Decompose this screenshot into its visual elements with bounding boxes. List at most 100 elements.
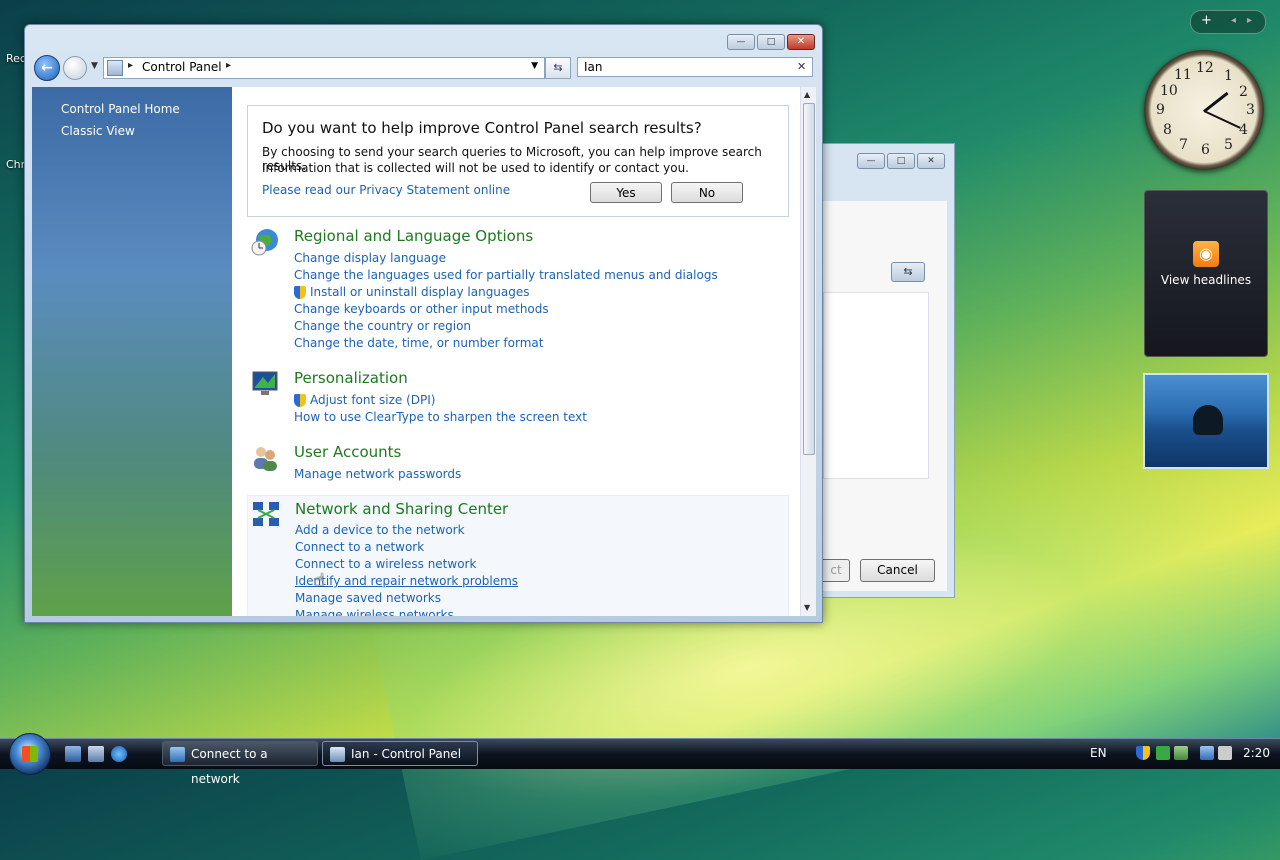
task-link[interactable]: Identify and repair network problems xyxy=(295,574,518,588)
bg-close-button[interactable]: ✕ xyxy=(917,153,945,169)
recent-pages-dropdown[interactable]: ▼ xyxy=(91,61,98,71)
desktop-icon-recycle-bin[interactable]: Rec xyxy=(6,52,26,65)
network-icon xyxy=(251,500,281,530)
switch-windows-icon[interactable] xyxy=(88,746,104,762)
bg-refresh-button[interactable]: ⇆ xyxy=(891,262,925,282)
classic-view-link[interactable]: Classic View xyxy=(61,124,135,138)
connect-to-network-window[interactable]: — □ ✕ ⇆ ct Cancel xyxy=(822,143,955,598)
task-link-label: Adjust font size (DPI) xyxy=(310,393,436,407)
control-panel-icon xyxy=(107,60,123,76)
forward-button[interactable] xyxy=(63,56,87,80)
clock-number: 3 xyxy=(1246,102,1255,118)
users-icon xyxy=(250,443,280,473)
monitor-icon xyxy=(250,369,280,399)
desktop-icon-chrome[interactable]: Chr xyxy=(6,158,25,171)
start-button[interactable] xyxy=(9,733,51,775)
taskbar-item-control-panel[interactable]: Ian - Control Panel xyxy=(322,741,478,766)
task-pane: Control Panel Home Classic View xyxy=(32,87,232,616)
uac-shield-icon xyxy=(294,286,306,299)
bg-minimize-button[interactable]: — xyxy=(857,153,885,169)
internet-explorer-icon[interactable] xyxy=(111,746,127,762)
maximize-button[interactable]: □ xyxy=(757,34,785,50)
globe-clock-icon xyxy=(250,227,280,257)
bg-network-list[interactable] xyxy=(823,292,929,479)
clock-number: 4 xyxy=(1239,122,1248,138)
chevron-down-icon[interactable]: ▼ xyxy=(531,61,538,71)
yes-button[interactable]: Yes xyxy=(590,182,662,203)
task-link[interactable]: Manage wireless networks xyxy=(295,608,454,616)
updates-icon[interactable] xyxy=(1174,746,1188,760)
task-link[interactable]: How to use ClearType to sharpen the scre… xyxy=(294,410,587,424)
slideshow-gadget[interactable] xyxy=(1143,373,1269,469)
address-bar[interactable]: ▸ Control Panel ▸ ▼ xyxy=(103,57,545,79)
search-input[interactable] xyxy=(577,57,813,77)
breadcrumb-separator[interactable]: ▸ xyxy=(226,60,231,71)
task-link[interactable]: Manage saved networks xyxy=(295,591,441,605)
show-desktop-icon[interactable] xyxy=(65,746,81,762)
feed-headlines-gadget[interactable]: ◉ View headlines xyxy=(1144,190,1268,357)
category-title[interactable]: Personalization xyxy=(294,369,408,387)
bg-connect-button: ct xyxy=(823,559,850,582)
scroll-down-arrow-icon[interactable]: ▼ xyxy=(804,603,810,612)
task-link[interactable]: Change keyboards or other input methods xyxy=(294,302,549,316)
no-button[interactable]: No xyxy=(671,182,743,203)
taskbar: Connect to a network Ian - Control Panel… xyxy=(0,733,1280,786)
task-link[interactable]: Add a device to the network xyxy=(295,523,465,537)
defender-icon[interactable] xyxy=(1156,746,1170,760)
privacy-statement-link[interactable]: Please read our Privacy Statement online xyxy=(262,183,510,197)
taskbar-item-label: Ian - Control Panel xyxy=(351,747,462,761)
control-panel-window: — □ ✕ ← ▼ ▸ Control Panel ▸ ▼ ⇆ ✕ Contro… xyxy=(24,24,823,623)
clock-number: 2 xyxy=(1239,84,1248,100)
hand-cursor-icon: ☝ xyxy=(314,570,325,591)
prompt-text: Information that is collected will not b… xyxy=(262,161,689,175)
control-panel-icon xyxy=(330,747,345,762)
bg-maximize-button[interactable]: □ xyxy=(887,153,915,169)
task-link[interactable]: Manage network passwords xyxy=(294,467,461,481)
prev-gadget-button[interactable]: ◂ xyxy=(1231,15,1236,26)
network-icon xyxy=(170,747,185,762)
clock-number: 12 xyxy=(1196,60,1214,76)
scroll-up-arrow-icon[interactable]: ▲ xyxy=(804,90,810,99)
uac-shield-icon xyxy=(294,394,306,407)
network-tray-icon[interactable] xyxy=(1200,746,1214,760)
clock-number: 5 xyxy=(1224,137,1233,153)
category-title[interactable]: User Accounts xyxy=(294,443,401,461)
breadcrumb-separator[interactable]: ▸ xyxy=(128,60,133,71)
clock-number: 7 xyxy=(1179,137,1188,153)
task-link[interactable]: Adjust font size (DPI) xyxy=(294,393,435,407)
minimize-button[interactable]: — xyxy=(727,34,755,50)
next-gadget-button[interactable]: ▸ xyxy=(1247,15,1252,26)
bg-cancel-button[interactable]: Cancel xyxy=(860,559,935,582)
taskbar-item-connect[interactable]: Connect to a network xyxy=(162,741,318,786)
scrollbar-thumb[interactable] xyxy=(803,103,815,455)
control-panel-home-link[interactable]: Control Panel Home xyxy=(61,102,180,116)
refresh-button[interactable]: ⇆ xyxy=(545,57,571,79)
clock-gadget[interactable]: 12 1 2 3 4 5 6 7 8 9 10 11 xyxy=(1144,50,1264,170)
task-link[interactable]: Connect to a wireless network xyxy=(295,557,476,571)
volume-muted-icon[interactable] xyxy=(1218,746,1232,760)
clear-search-button[interactable]: ✕ xyxy=(797,60,806,73)
vertical-scrollbar[interactable]: ▲ ▼ xyxy=(800,87,816,616)
improve-search-prompt: Do you want to help improve Control Pane… xyxy=(247,105,789,217)
taskbar-item-label: Connect to a network xyxy=(191,747,268,786)
language-indicator[interactable]: EN xyxy=(1090,746,1107,760)
task-link[interactable]: Change the country or region xyxy=(294,319,471,333)
task-link[interactable]: Change display language xyxy=(294,251,446,265)
clock-time[interactable]: 2:20 xyxy=(1243,746,1270,760)
security-shield-icon[interactable] xyxy=(1136,746,1150,760)
clock-number: 10 xyxy=(1160,83,1178,99)
task-link[interactable]: Connect to a network xyxy=(295,540,424,554)
add-gadget-button[interactable]: + xyxy=(1201,13,1212,28)
task-link[interactable]: Install or uninstall display languages xyxy=(294,285,530,299)
clock-number: 11 xyxy=(1174,67,1192,83)
task-link[interactable]: Change the languages used for partially … xyxy=(294,268,718,282)
close-button[interactable]: ✕ xyxy=(787,34,815,50)
clock-number: 6 xyxy=(1201,142,1210,158)
breadcrumb-control-panel[interactable]: Control Panel xyxy=(142,60,222,74)
task-link[interactable]: Change the date, time, or number format xyxy=(294,336,543,350)
category-title[interactable]: Network and Sharing Center xyxy=(295,500,508,518)
category-title[interactable]: Regional and Language Options xyxy=(294,227,533,245)
windows-logo-icon xyxy=(22,746,38,762)
back-button[interactable]: ← xyxy=(34,55,60,81)
sidebar-gadget-controls: + ◂ ▸ xyxy=(1190,10,1266,34)
